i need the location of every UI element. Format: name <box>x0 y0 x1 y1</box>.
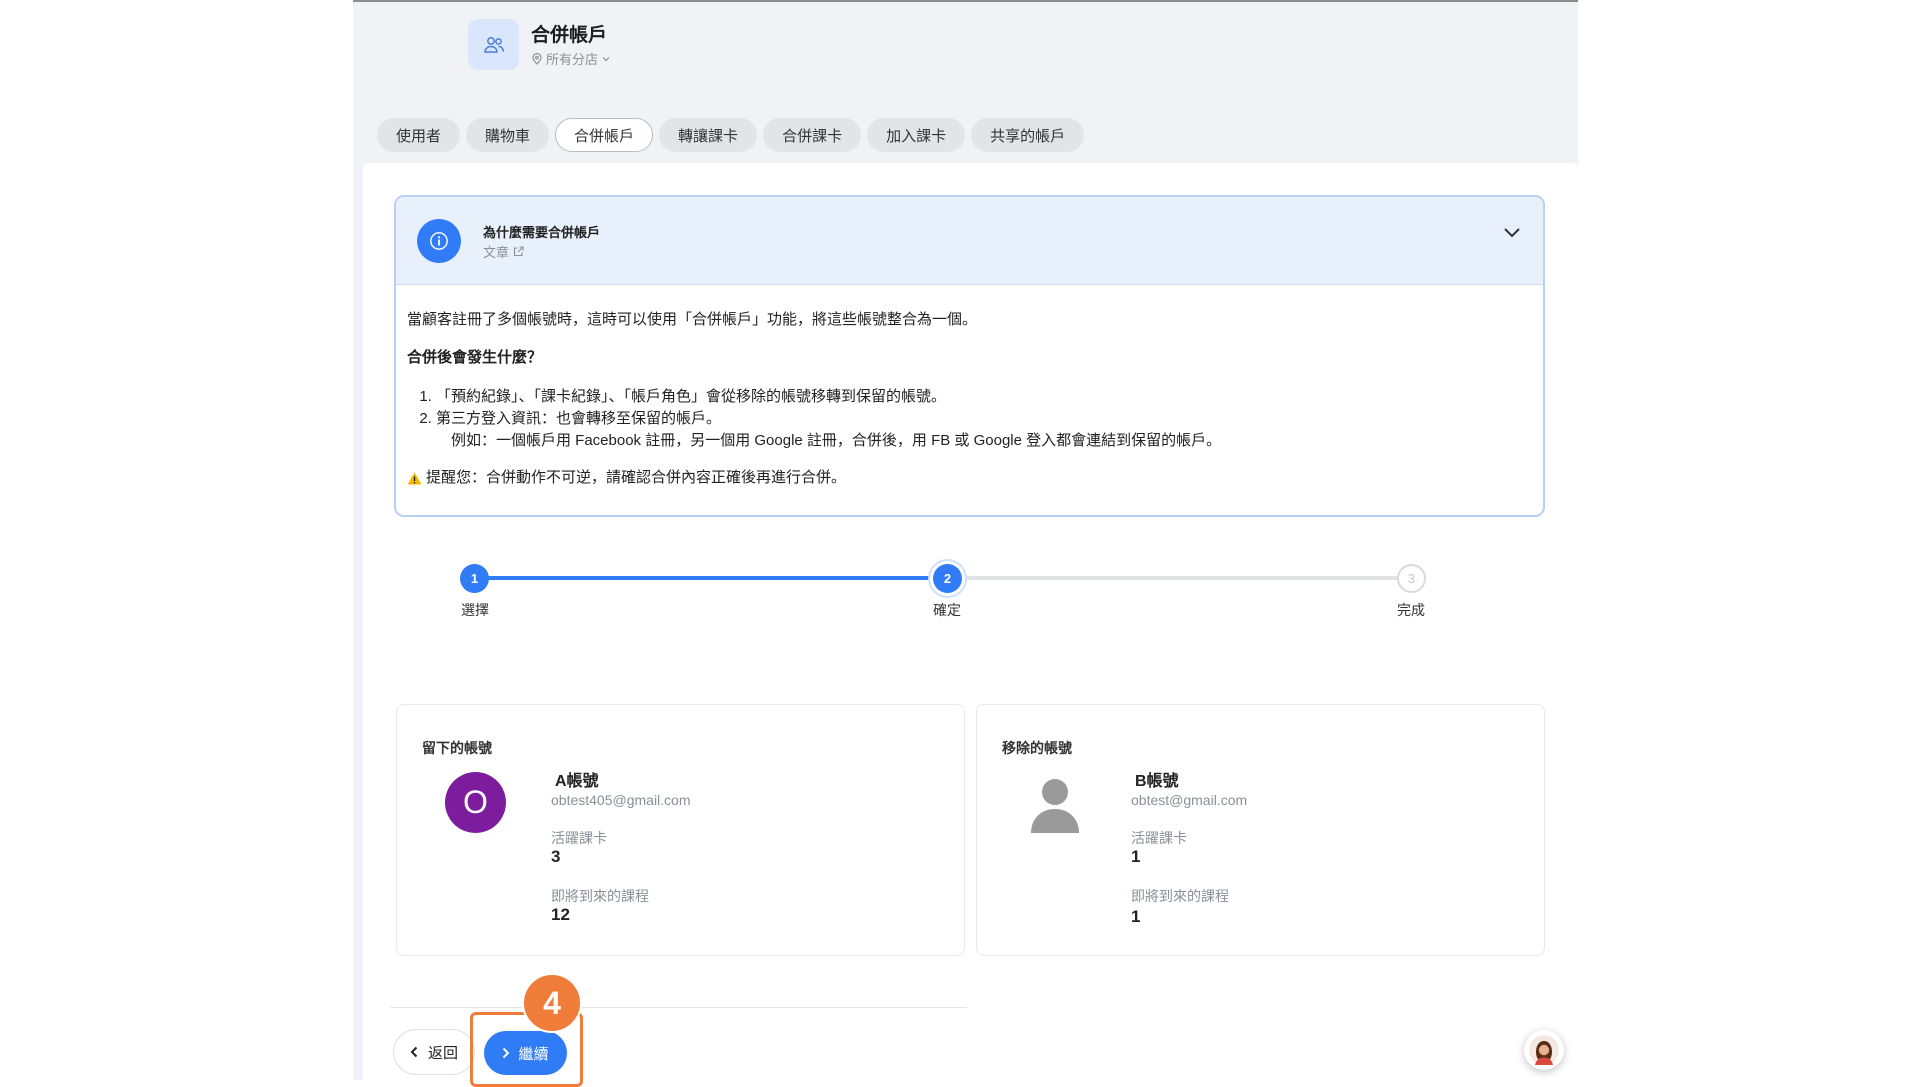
active-cards-label: 活躍課卡 <box>1131 830 1187 846</box>
step-1-dot: 1 <box>460 564 489 593</box>
back-button-label: 返回 <box>427 1044 458 1062</box>
info-title: 為什麼需要合併帳戶 <box>483 225 601 240</box>
keep-account-heading: 留下的帳號 <box>422 740 492 756</box>
upcoming-classes-label: 即將到來的課程 <box>551 888 649 904</box>
location-pin-icon <box>532 52 542 65</box>
stepper-progress-line <box>475 576 947 580</box>
warning-icon <box>407 472 422 484</box>
chevron-left-icon <box>410 1046 418 1058</box>
default-avatar-icon <box>1031 779 1079 833</box>
tab-merge-accounts[interactable]: 合併帳戶 <box>555 118 654 152</box>
remove-account-card: 移除的帳號 B帳號 obtest@gmail.com 活躍課卡 1 即將到來的課… <box>976 704 1545 956</box>
warning-text: 提醒您：合併動作不可逆，請確認合併內容正確後再進行合併。 <box>407 468 1532 488</box>
stepper: 1 2 3 選擇 確定 完成 <box>363 561 1578 641</box>
step-2-label: 確定 <box>933 602 961 618</box>
upcoming-classes-label: 即將到來的課程 <box>1131 888 1229 904</box>
users-icon <box>468 19 519 70</box>
step-badge: 4 <box>522 973 582 1033</box>
info-question: 合併後會發生什麼？ <box>407 349 543 366</box>
back-button[interactable]: 返回 <box>393 1029 475 1075</box>
active-cards-value: 1 <box>1131 847 1141 866</box>
info-box: 為什麼需要合併帳戶 文章 當顧客註冊了多個帳號時，這時可以使用「合併帳戶」功能，… <box>394 195 1545 517</box>
keep-account-card: 留下的帳號 O A帳號 obtest405@gmail.com 活躍課卡 3 即… <box>396 704 965 956</box>
divider <box>390 1007 967 1008</box>
warning-label: 提醒您：合併動作不可逆，請確認合併內容正確後再進行合併。 <box>426 469 847 486</box>
list-item: 「預約紀錄」、「課卡紀錄」、「帳戶角色」會從移除的帳號移轉到保留的帳號。 <box>436 386 1532 408</box>
step-2-dot: 2 <box>933 564 962 593</box>
account-email: obtest405@gmail.com <box>551 792 691 808</box>
app-window: 合併帳戶 所有分店 使用者 購物車 合併帳戶 轉讓課卡 合併課卡 加入課卡 共享… <box>353 0 1578 1087</box>
active-cards-label: 活躍課卡 <box>551 830 607 846</box>
info-body: 當顧客註冊了多個帳號時，這時可以使用「合併帳戶」功能，將這些帳號整合為一個。 合… <box>396 285 1543 488</box>
step-3-label: 完成 <box>1397 602 1425 618</box>
step-3-dot: 3 <box>1397 564 1426 593</box>
upcoming-classes-value: 1 <box>1131 907 1141 926</box>
upcoming-classes-value: 12 <box>551 905 570 924</box>
step-1-label: 選擇 <box>461 602 489 618</box>
tab-bar: 使用者 購物車 合併帳戶 轉讓課卡 合併課卡 加入課卡 共享的帳戶 <box>377 118 1085 152</box>
tab-transfer-card[interactable]: 轉讓課卡 <box>659 118 758 152</box>
active-cards-value: 3 <box>551 847 561 866</box>
info-header[interactable]: 為什麼需要合併帳戶 文章 <box>396 197 1543 285</box>
location-label: 所有分店 <box>546 52 599 67</box>
tab-cart[interactable]: 購物車 <box>466 118 550 152</box>
info-intro: 當顧客註冊了多個帳號時，這時可以使用「合併帳戶」功能，將這些帳號整合為一個。 <box>407 311 978 328</box>
account-name: A帳號 <box>555 773 599 790</box>
location-selector[interactable]: 所有分店 <box>532 49 610 68</box>
account-email: obtest@gmail.com <box>1131 792 1248 808</box>
article-link-label: 文章 <box>483 245 510 260</box>
support-agent-avatar-icon <box>1529 1035 1559 1065</box>
main-panel: 為什麼需要合併帳戶 文章 當顧客註冊了多個帳號時，這時可以使用「合併帳戶」功能，… <box>363 163 1578 1087</box>
info-example: 例如：一個帳戶用 Facebook 註冊，另一個用 Google 註冊，合併後，… <box>451 432 1222 449</box>
chevron-down-icon[interactable] <box>1503 227 1521 238</box>
stepper-remaining-line <box>947 576 1411 580</box>
tab-add-card[interactable]: 加入課卡 <box>867 118 966 152</box>
info-icon <box>417 219 461 263</box>
list-item: 第三方登入資訊：也會轉移至保留的帳戶。 <box>436 408 1532 430</box>
article-link[interactable]: 文章 <box>483 242 524 261</box>
chevron-down-icon <box>602 56 610 61</box>
avatar: O <box>445 772 506 833</box>
external-link-icon <box>513 246 524 257</box>
tab-users[interactable]: 使用者 <box>377 118 461 152</box>
remove-account-heading: 移除的帳號 <box>1002 740 1072 756</box>
tab-merge-cards[interactable]: 合併課卡 <box>763 118 862 152</box>
support-chat-button[interactable] <box>1524 1030 1564 1070</box>
page-title: 合併帳戶 <box>531 25 608 46</box>
info-list: 「預約紀錄」、「課卡紀錄」、「帳戶角色」會從移除的帳號移轉到保留的帳號。 第三方… <box>436 386 1532 430</box>
tab-shared-accounts[interactable]: 共享的帳戶 <box>971 118 1085 152</box>
account-name: B帳號 <box>1135 773 1179 790</box>
